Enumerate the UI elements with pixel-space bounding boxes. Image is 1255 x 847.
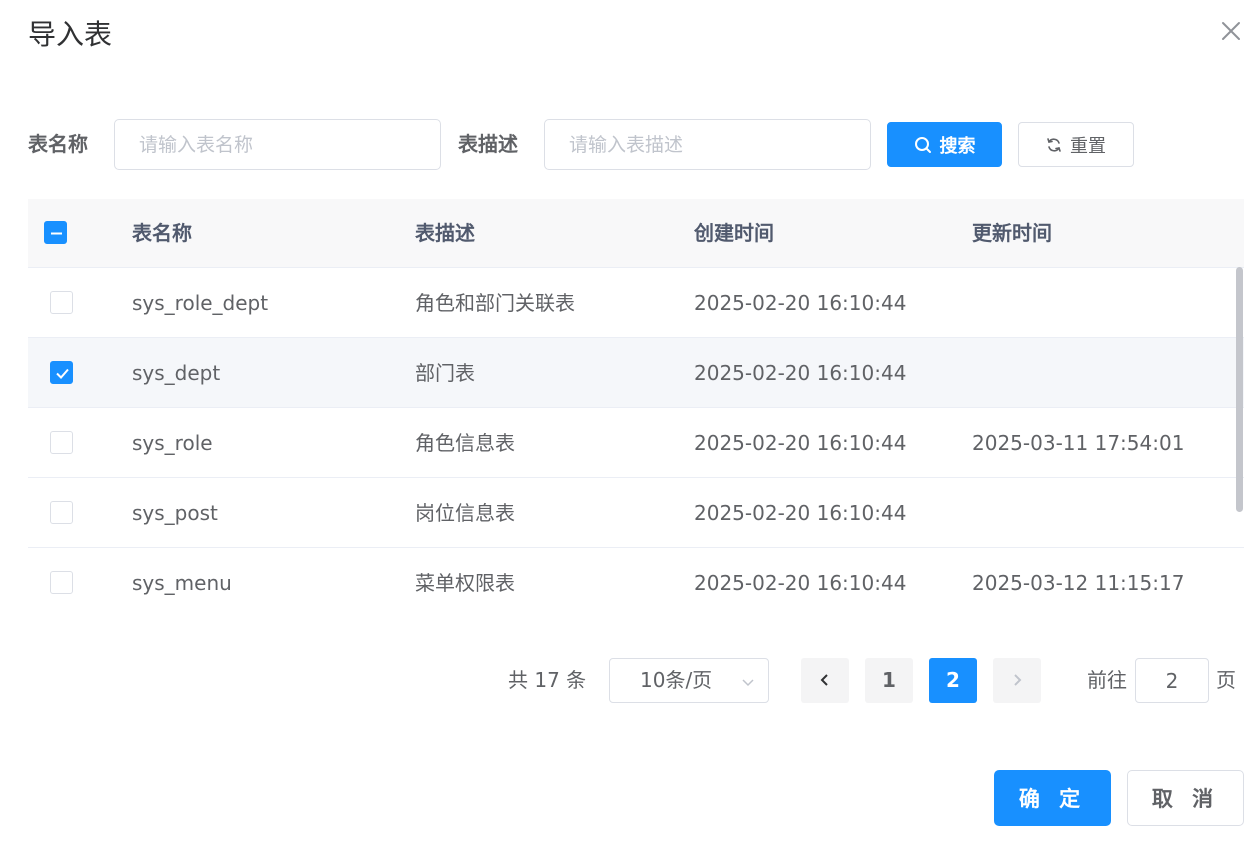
- reset-button[interactable]: 重置: [1018, 122, 1134, 167]
- goto-page-input[interactable]: [1135, 658, 1209, 703]
- cancel-button[interactable]: 取 消: [1127, 770, 1244, 826]
- cell-created: 2025-02-20 16:10:44: [694, 501, 907, 525]
- search-icon: [914, 136, 931, 153]
- table-header: 表名称 表描述 创建时间 更新时间: [28, 199, 1244, 268]
- next-page-button[interactable]: [993, 658, 1041, 703]
- row-checkbox[interactable]: [50, 361, 73, 384]
- page-size-select[interactable]: 10条/页: [609, 658, 769, 703]
- minus-icon: [51, 232, 62, 235]
- search-button-label: 搜索: [939, 135, 976, 157]
- chevron-down-icon: [742, 679, 754, 687]
- page-button-1[interactable]: 1: [865, 658, 913, 703]
- table: 表名称 表描述 创建时间 更新时间 sys_role_dept 角色和部门关联表 2…: [28, 199, 1244, 615]
- close-icon: [1222, 22, 1240, 40]
- cell-updated: 2025-03-12 11:15:17: [972, 571, 1185, 595]
- column-header-desc[interactable]: 表描述: [415, 199, 475, 268]
- cell-desc: 菜单权限表: [415, 571, 515, 595]
- cell-updated: 2025-03-11 17:54:01: [972, 431, 1185, 455]
- dialog-title: 导入表: [28, 18, 113, 51]
- column-header-name[interactable]: 表名称: [132, 199, 192, 268]
- cell-created: 2025-02-20 16:10:44: [694, 361, 907, 385]
- cell-created: 2025-02-20 16:10:44: [694, 431, 907, 455]
- row-checkbox[interactable]: [50, 571, 73, 594]
- confirm-button[interactable]: 确 定: [994, 770, 1111, 826]
- table-row[interactable]: sys_role 角色信息表 2025-02-20 16:10:44 2025-03-…: [28, 408, 1244, 478]
- cell-desc: 岗位信息表: [415, 501, 515, 525]
- column-header-updated[interactable]: 更新时间: [972, 199, 1052, 268]
- goto-prefix: 前往: [1087, 668, 1127, 692]
- row-checkbox[interactable]: [50, 291, 73, 314]
- reset-button-label: 重置: [1070, 135, 1106, 157]
- cell-name: sys_role: [132, 431, 213, 455]
- row-checkbox[interactable]: [50, 431, 73, 454]
- pagination-total: 共 17 条: [508, 668, 587, 692]
- table-row[interactable]: sys_post 岗位信息表 2025-02-20 16:10:44: [28, 478, 1244, 548]
- prev-page-button[interactable]: [801, 658, 849, 703]
- cell-desc: 角色信息表: [415, 431, 515, 455]
- column-header-created[interactable]: 创建时间: [694, 199, 774, 268]
- chevron-left-icon: [820, 674, 828, 686]
- cell-name: sys_role_dept: [132, 291, 269, 315]
- table-scrollbar[interactable]: [1236, 267, 1243, 512]
- cell-created: 2025-02-20 16:10:44: [694, 291, 907, 315]
- table-desc-label: 表描述: [458, 132, 518, 156]
- table-name-label: 表名称: [28, 132, 88, 156]
- table-row[interactable]: sys_dept 部门表 2025-02-20 16:10:44: [28, 338, 1244, 408]
- refresh-icon: [1047, 137, 1061, 152]
- cell-name: sys_dept: [132, 361, 221, 385]
- select-all-checkbox[interactable]: [44, 221, 67, 244]
- cell-name: sys_menu: [132, 571, 232, 595]
- goto-suffix: 页: [1216, 668, 1236, 692]
- cell-created: 2025-02-20 16:10:44: [694, 571, 907, 595]
- search-button[interactable]: 搜索: [887, 122, 1002, 167]
- cell-desc: 部门表: [415, 361, 475, 385]
- page-size-value: 10条/页: [640, 668, 713, 692]
- check-icon: [56, 368, 69, 379]
- cell-name: sys_post: [132, 501, 218, 525]
- close-button[interactable]: [1218, 18, 1244, 44]
- table-row[interactable]: sys_role_dept 角色和部门关联表 2025-02-20 16:10:44: [28, 268, 1244, 338]
- table-row[interactable]: sys_menu 菜单权限表 2025-02-20 16:10:44 2025-03-…: [28, 548, 1244, 615]
- cell-desc: 角色和部门关联表: [415, 291, 575, 315]
- page-button-2[interactable]: 2: [929, 658, 977, 703]
- table-name-input[interactable]: [114, 119, 441, 170]
- row-checkbox[interactable]: [50, 501, 73, 524]
- chevron-right-icon: [1014, 674, 1022, 686]
- table-desc-input[interactable]: [544, 119, 871, 170]
